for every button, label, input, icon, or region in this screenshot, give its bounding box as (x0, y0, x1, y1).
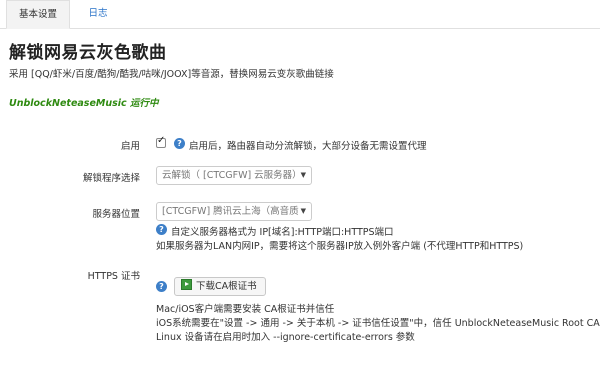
enable-checkbox[interactable] (156, 135, 166, 148)
program-label: 解锁程序选择 (82, 173, 140, 184)
program-select-value: 云解锁（ [CTCGFW] 云服务器） (162, 170, 302, 181)
server-lan-note: 如果服务器为LAN内网IP，需要将这个服务器IP放入例外客户端 (不代理HTTP… (156, 241, 524, 252)
server-select[interactable]: [CTCGFW] 腾讯云上海（高音质 ▼ (156, 202, 312, 221)
tab-log[interactable]: 日志 (80, 0, 116, 28)
enable-label: 启用 (120, 141, 140, 152)
download-icon (181, 279, 192, 290)
status-text: UnblockNeteaseMusic 运行中 (9, 98, 159, 109)
cert-note-linux: Linux 设备请在启用时加入 --ignore-certificate-err… (156, 332, 415, 343)
help-icon: ? (156, 224, 167, 235)
tab-basic-settings[interactable]: 基本设置 (6, 0, 70, 29)
tab-bar: 基本设置 日志 (0, 0, 600, 29)
cert-note-ios: iOS系统需要在"设置 -> 通用 -> 关于本机 -> 证书信任设置"中，信任… (156, 318, 600, 329)
server-select-value: [CTCGFW] 腾讯云上海（高音质 (162, 206, 299, 217)
page-title: 解锁网易云灰色歌曲 (9, 43, 167, 63)
help-icon: ? (174, 138, 185, 149)
enable-help-text: 启用后，路由器自动分流解锁，大部分设备无需设置代理 (189, 141, 427, 152)
download-ca-button[interactable]: 下载CA根证书 (174, 277, 266, 296)
chevron-down-icon: ▼ (300, 207, 306, 215)
program-select[interactable]: 云解锁（ [CTCGFW] 云服务器） ▼ (156, 166, 312, 185)
server-help-text: 自定义服务器格式为 IP[域名]:HTTP端口:HTTPS端口 (171, 227, 394, 238)
https-cert-label: HTTPS 证书 (87, 271, 140, 282)
help-icon: ? (156, 281, 167, 292)
page-description: 采用 [QQ/虾米/百度/酷狗/酷我/咕咪/JOOX]等音源，替换网易云变灰歌曲… (9, 69, 334, 80)
cert-note-mac: Mac/iOS客户端需要安装 CA根证书并信任 (156, 304, 335, 315)
server-label: 服务器位置 (92, 209, 140, 220)
chevron-down-icon: ▼ (300, 171, 306, 179)
download-ca-label: 下载CA根证书 (196, 281, 257, 292)
